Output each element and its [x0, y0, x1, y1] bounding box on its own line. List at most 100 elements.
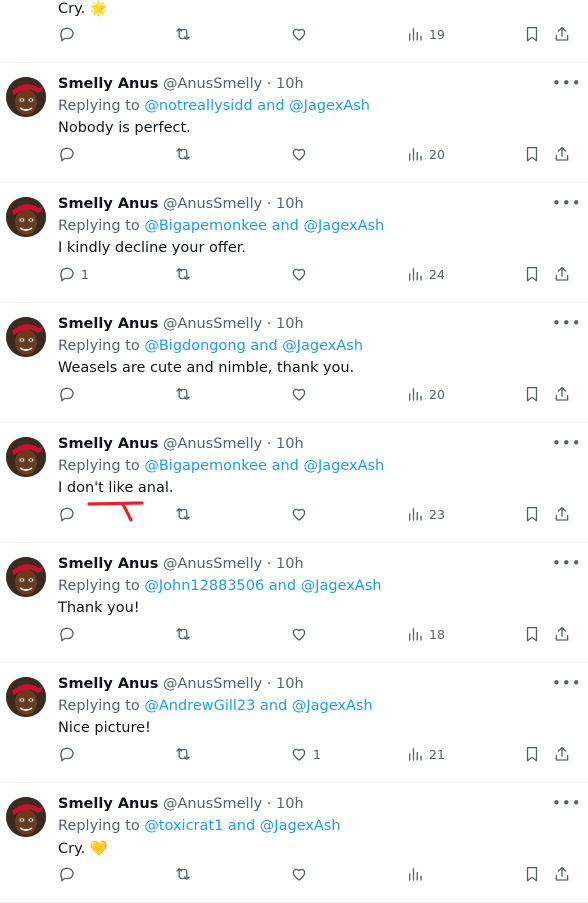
avatar[interactable] [6, 797, 46, 837]
retweet-button[interactable] [174, 863, 197, 885]
display-name[interactable]: Smelly Anus [58, 436, 158, 452]
like-button[interactable]: 1 [290, 743, 321, 765]
replying-to-mentions[interactable]: @toxicrat1 and @JagexAsh [144, 818, 340, 834]
tweet-1[interactable]: Smelly Anus @AnusSmelly · 10h ••• Replyi… [0, 63, 588, 183]
display-name[interactable]: Smelly Anus [58, 76, 158, 92]
more-options-icon[interactable]: ••• [552, 433, 581, 453]
user-handle[interactable]: @AnusSmelly [163, 676, 262, 692]
replying-to-mentions[interactable]: @notreallysidd and @JagexAsh [144, 98, 370, 114]
retweet-button[interactable] [174, 743, 197, 765]
display-name[interactable]: Smelly Anus [58, 556, 158, 572]
views-button[interactable] [406, 863, 429, 885]
bookmark-button[interactable] [523, 143, 541, 165]
views-button[interactable]: 24 [406, 263, 445, 285]
retweet-button[interactable] [174, 263, 197, 285]
tweet-4[interactable]: Smelly Anus @AnusSmelly · 10h ••• Replyi… [0, 423, 588, 543]
tweet-partial-top[interactable]: Cry. 🌟 19 [0, 0, 588, 63]
share-button[interactable] [553, 743, 571, 765]
like-button[interactable] [290, 503, 313, 525]
timestamp[interactable]: 10h [276, 196, 304, 212]
reply-button[interactable]: 1 [58, 263, 89, 285]
bookmark-button[interactable] [523, 743, 541, 765]
user-handle[interactable]: @AnusSmelly [163, 436, 262, 452]
share-button[interactable] [553, 863, 571, 885]
reply-button[interactable] [58, 503, 81, 525]
replying-to-mentions[interactable]: @AndrewGill23 and @JagexAsh [144, 698, 372, 714]
timestamp[interactable]: 10h [276, 556, 304, 572]
share-button[interactable] [553, 143, 571, 165]
tweet-5[interactable]: Smelly Anus @AnusSmelly · 10h ••• Replyi… [0, 543, 588, 663]
user-handle[interactable]: @AnusSmelly [163, 76, 262, 92]
retweet-button[interactable] [174, 503, 197, 525]
tweet-6[interactable]: Smelly Anus @AnusSmelly · 10h ••• Replyi… [0, 663, 588, 783]
share-button[interactable] [553, 23, 571, 45]
replying-to-mentions[interactable]: @Bigdongong and @JagexAsh [144, 338, 363, 354]
views-button[interactable]: 19 [406, 23, 445, 45]
avatar[interactable] [6, 437, 46, 477]
more-options-icon[interactable]: ••• [552, 553, 581, 573]
share-button[interactable] [553, 383, 571, 405]
views-button[interactable]: 20 [406, 383, 445, 405]
like-button[interactable] [290, 623, 313, 645]
like-button[interactable] [290, 383, 313, 405]
bookmark-button[interactable] [523, 623, 541, 645]
user-handle[interactable]: @AnusSmelly [163, 316, 262, 332]
reply-button[interactable] [58, 623, 81, 645]
like-button[interactable] [290, 263, 313, 285]
tweet-2[interactable]: Smelly Anus @AnusSmelly · 10h ••• Replyi… [0, 183, 588, 303]
more-options-icon[interactable]: ••• [552, 673, 581, 693]
user-handle[interactable]: @AnusSmelly [163, 796, 262, 812]
display-name[interactable]: Smelly Anus [58, 316, 158, 332]
timestamp[interactable]: 10h [276, 316, 304, 332]
retweet-button[interactable] [174, 383, 197, 405]
like-button[interactable] [290, 863, 313, 885]
bookmark-button[interactable] [523, 23, 541, 45]
retweet-button[interactable] [174, 23, 197, 45]
views-chart-icon [409, 388, 422, 401]
like-button[interactable] [290, 143, 313, 165]
retweet-button[interactable] [174, 623, 197, 645]
avatar[interactable] [6, 557, 46, 597]
timestamp[interactable]: 10h [276, 796, 304, 812]
display-name[interactable]: Smelly Anus [58, 796, 158, 812]
timestamp[interactable]: 10h [276, 676, 304, 692]
user-handle[interactable]: @AnusSmelly [163, 556, 262, 572]
display-name[interactable]: Smelly Anus [58, 196, 158, 212]
bookmark-button[interactable] [523, 383, 541, 405]
display-name[interactable]: Smelly Anus [58, 676, 158, 692]
replying-to-mentions[interactable]: @Bigapemonkee and @JagexAsh [144, 218, 384, 234]
timestamp[interactable]: 10h [276, 436, 304, 452]
views-button[interactable]: 18 [406, 623, 445, 645]
reply-button[interactable] [58, 743, 81, 765]
bookmark-button[interactable] [523, 503, 541, 525]
avatar[interactable] [6, 677, 46, 717]
more-options-icon[interactable]: ••• [552, 73, 581, 93]
user-handle[interactable]: @AnusSmelly [163, 196, 262, 212]
views-count: 20 [429, 386, 445, 402]
reply-button[interactable] [58, 23, 81, 45]
tweet-3[interactable]: Smelly Anus @AnusSmelly · 10h ••• Replyi… [0, 303, 588, 423]
retweet-button[interactable] [174, 143, 197, 165]
views-button[interactable]: 20 [406, 143, 445, 165]
tweet-7[interactable]: Smelly Anus @AnusSmelly · 10h ••• Replyi… [0, 783, 588, 903]
reply-button[interactable] [58, 143, 81, 165]
views-button[interactable]: 21 [406, 743, 445, 765]
replying-to-mentions[interactable]: @John12883506 and @JagexAsh [144, 578, 381, 594]
more-options-icon[interactable]: ••• [552, 793, 581, 813]
replying-to-mentions[interactable]: @Bigapemonkee and @JagexAsh [144, 458, 384, 474]
avatar[interactable] [6, 317, 46, 357]
share-button[interactable] [553, 263, 571, 285]
like-button[interactable] [290, 23, 313, 45]
bookmark-button[interactable] [523, 863, 541, 885]
share-button[interactable] [553, 503, 571, 525]
more-options-icon[interactable]: ••• [552, 193, 581, 213]
timestamp[interactable]: 10h [276, 76, 304, 92]
avatar[interactable] [6, 77, 46, 117]
bookmark-button[interactable] [523, 263, 541, 285]
reply-button[interactable] [58, 383, 81, 405]
share-button[interactable] [553, 623, 571, 645]
views-button[interactable]: 23 [406, 503, 445, 525]
avatar[interactable] [6, 197, 46, 237]
reply-button[interactable] [58, 863, 81, 885]
more-options-icon[interactable]: ••• [552, 313, 581, 333]
